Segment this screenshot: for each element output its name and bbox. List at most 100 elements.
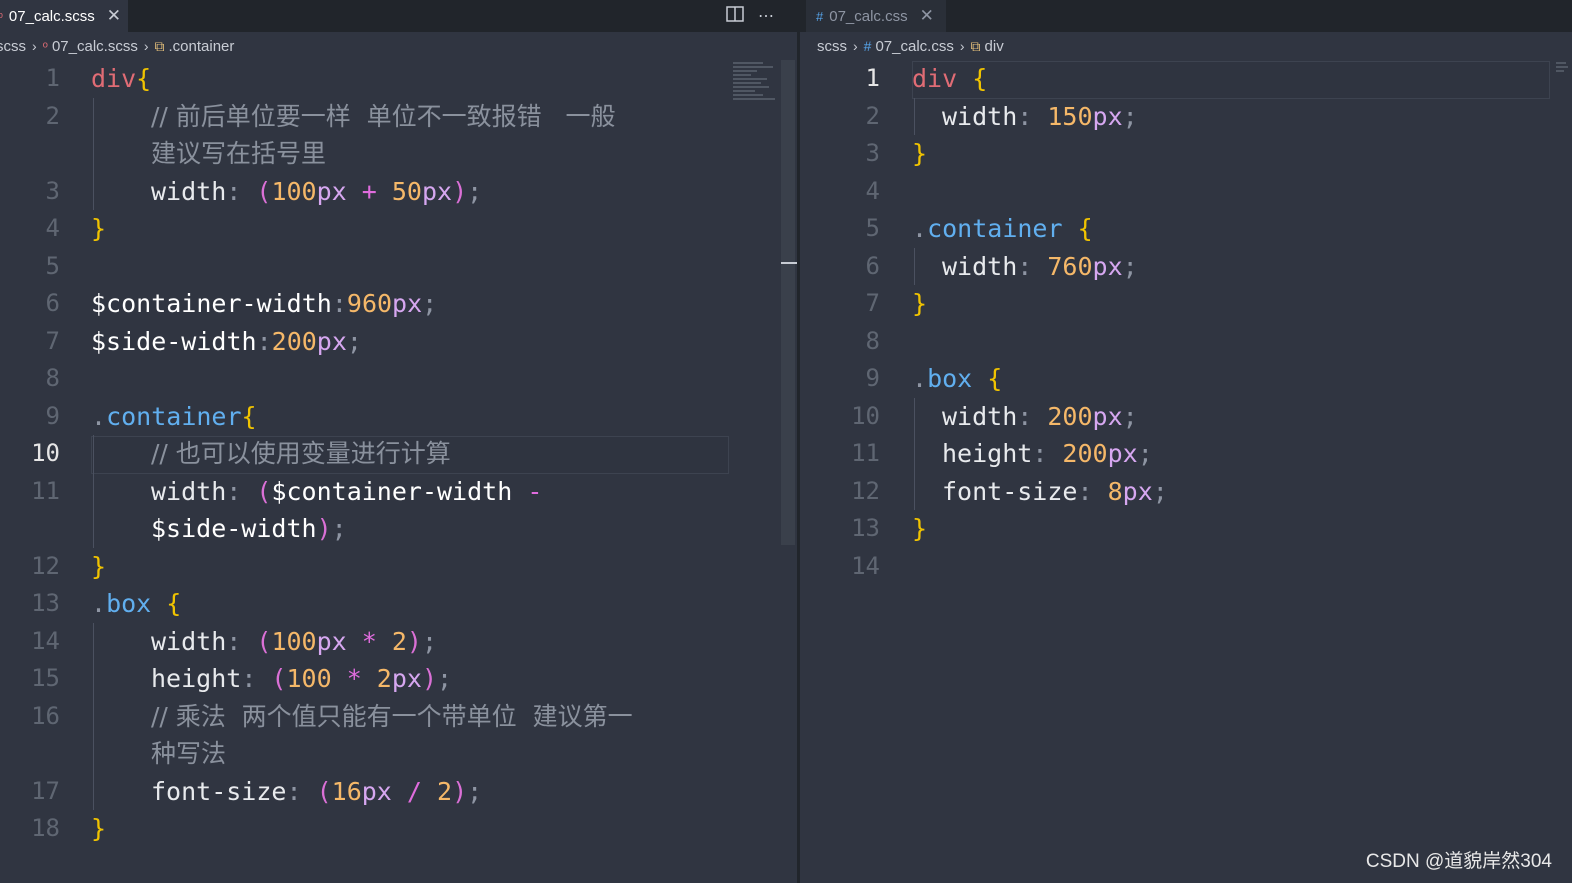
line-number: 8 [865,326,880,355]
token-unit: px [1107,439,1138,468]
right-minimap[interactable] [1556,62,1570,74]
token-punc: : [1017,101,1048,131]
code-line: $side-width); [0,510,797,548]
token-prop: height [151,664,242,693]
line-number: 1 [865,64,880,92]
line-number: 9 [865,364,880,392]
token-paren: ( [256,476,272,506]
token-punc [957,64,972,93]
token-cls: container [106,401,242,431]
line-number: 15 [31,664,60,692]
line-number: 4 [45,214,60,242]
tab-07-calc-scss[interactable]: ᵒ 07_calc.scss ✕ [0,0,128,32]
split-editor-icon[interactable] [726,5,744,27]
token-unit: px [1122,476,1153,506]
indent-guide [93,735,94,773]
breadcrumb-folder[interactable]: scss [0,38,26,55]
line-number: 18 [31,814,60,842]
token-num: 2 [376,664,392,693]
token-paren: ) [316,514,332,543]
token-brace: { [166,589,182,618]
line-number: 1 [45,64,60,92]
left-code-area[interactable]: 1 div{2// 前后单位要一样 单位不一致报错 一般 建议写在括号里 3 width… [0,60,797,883]
code-text: } [912,285,927,322]
code-line: 6 $container-width:960px; [0,285,797,322]
code-text: width: ($container-width - [151,473,542,510]
breadcrumb-symbol[interactable]: div [985,38,1004,55]
right-editor-pane: # 07_calc.css ✕ scss › # 07_calc.css › ⧉… [800,0,1572,883]
close-icon[interactable]: ✕ [107,6,121,26]
indent-guide [914,472,915,510]
code-line: 13} [800,510,1572,547]
line-number: 11 [851,439,880,467]
breadcrumb-file[interactable]: 07_calc.css [875,38,953,55]
token-prop: font-size [151,776,287,806]
line-number: 9 [45,401,60,430]
token-brace: } [91,214,107,243]
token-brace: } [912,289,928,318]
token-punc: : [256,326,272,356]
line-number: 3 [45,176,60,205]
token-var: $container-width [271,476,513,506]
token-punc: . [912,214,928,243]
token-punc: ; [467,176,483,206]
token-op: + [346,176,392,206]
close-icon[interactable]: ✕ [920,6,934,26]
token-num: 100 [286,664,332,693]
token-punc: : [1017,401,1048,431]
breadcrumb-symbol[interactable]: .container [169,38,235,55]
token-var: $side-width [91,326,257,356]
token-brace: { [1077,214,1093,243]
right-code-area[interactable]: 1 div {2 width: 150px; 3} 4 5 .container {6 wid… [800,60,1572,883]
code-line: 10 width: 200px; [800,397,1572,435]
code-line: 种写法 [0,735,797,773]
code-line: 5 [0,248,797,285]
indent-guide [93,135,94,173]
code-line: 4} [0,210,797,247]
token-punc: . [912,364,928,393]
token-paren: ) [452,776,468,806]
token-num: 200 [271,326,317,356]
line-number: 12 [851,476,880,505]
token-punc: : [286,776,317,806]
token-prop: font-size [942,476,1078,506]
indent-guide [93,697,94,735]
token-comment: // 乘法 两个值只能有一个带单位 建议第一 [151,701,633,731]
token-op: * [346,626,392,656]
breadcrumb-folder[interactable]: scss [817,38,847,55]
token-paren: ) [452,176,468,206]
token-punc: . [91,401,107,431]
token-brace: } [91,551,107,581]
token-prop: width [942,251,1018,281]
token-unit: px [361,776,392,806]
more-actions-icon[interactable]: ⋯ [758,6,774,26]
code-line: 13 .box { [0,585,797,622]
left-minimap[interactable] [733,62,779,102]
indent-guide [93,435,94,473]
code-line: 7 $side-width:200px; [0,323,797,360]
code-line: 12 font-size: 8px; [800,472,1572,510]
code-line: 14 [800,548,1572,585]
breadcrumb-file[interactable]: 07_calc.scss [52,38,138,55]
token-punc: ; [331,514,347,543]
code-line: 1 div { [800,60,1572,97]
tab-07-calc-css[interactable]: # 07_calc.css ✕ [806,0,946,32]
line-number: 6 [865,251,880,280]
editor-actions: ⋯ [726,0,774,32]
indent-guide [93,472,94,510]
token-punc: ; [1122,401,1138,431]
chevron-right-icon: › [853,38,858,54]
code-line: 4 [800,173,1572,210]
token-unit: px [391,664,422,693]
token-punc [1063,214,1078,243]
token-num: 2 [391,626,407,656]
token-sel: div [912,64,958,93]
code-line: 7} [800,285,1572,322]
left-scrollbar[interactable] [781,60,795,545]
code-line: 16 // 乘法 两个值只能有一个带单位 建议第一 [0,697,797,735]
token-prop: width [942,401,1018,431]
code-line: 11 height: 200px; [800,435,1572,473]
scroll-position-marker [781,262,797,264]
code-text: $side-width); [151,510,347,547]
code-line: 11 width: ($container-width - [0,472,797,510]
